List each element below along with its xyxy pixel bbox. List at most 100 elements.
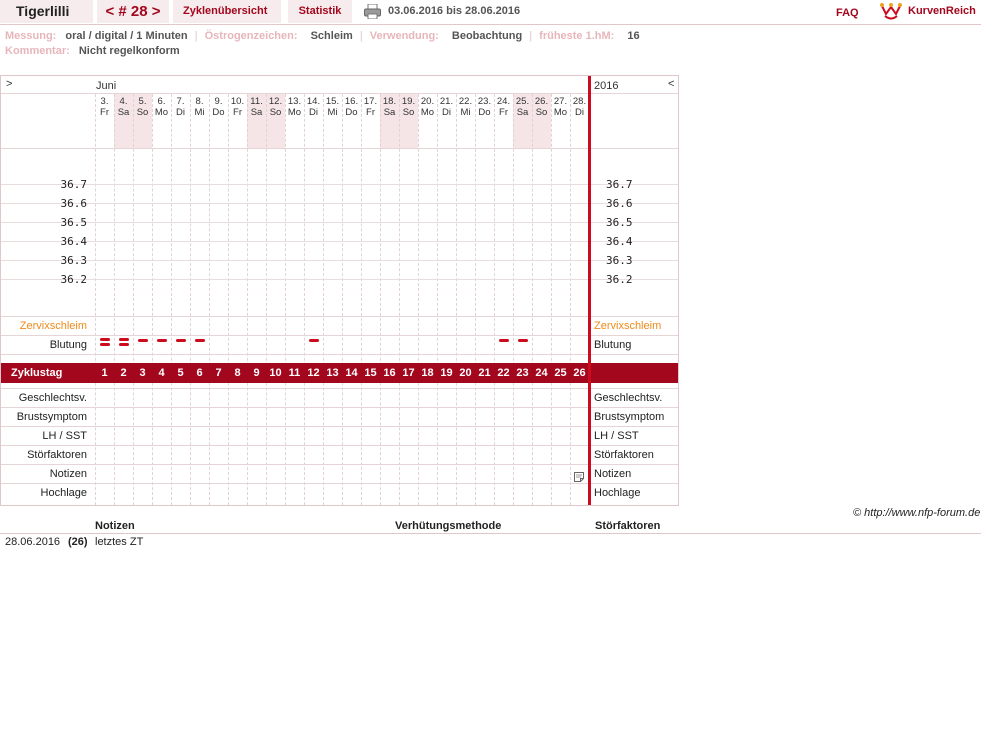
cycle-day-number: 19 [440,367,453,379]
day-date: 12. [268,96,283,107]
day-gridline [551,94,552,505]
crown-logo-icon[interactable] [880,2,902,20]
printer-icon[interactable] [364,4,381,19]
day-label: 15. Mi [323,96,342,118]
bleeding-mark [498,339,509,342]
divider [1,148,678,149]
day-date: 11. [250,96,263,107]
bottom-row-label-right: Brustsymptom [594,411,665,423]
temperature-label-right: 36.6 [606,197,633,210]
cycle-day-number: 12 [307,367,320,379]
tab-cycle-overview[interactable]: Zyklenübersicht [173,0,281,23]
temperature-gridline [1,279,678,280]
method-header: Verhütungsmethode [395,520,502,532]
day-date: 22. [458,96,473,107]
day-date: 13. [287,96,302,107]
temperature-label: 36.2 [60,273,88,286]
day-gridline [114,94,115,505]
day-gridline [190,94,191,505]
day-gridline [513,94,514,505]
day-label: 7. Di [171,96,190,118]
day-gridline [266,94,267,505]
day-date: 24. [496,96,511,107]
earliest-hm-value: 16 [627,30,640,42]
divider [1,445,678,446]
temperature-gridline [1,260,678,261]
day-gridline [456,94,457,505]
day-gridline [323,94,324,505]
usage-value: Beobachtung [451,30,523,42]
day-gridline [437,94,438,505]
bleeding-mark [99,343,110,346]
chart-year: 2016 [594,80,619,92]
day-label: 9. Do [209,96,228,118]
bottom-row-label: Störfaktoren [27,449,87,461]
zervix-row-label: Zervixschleim [19,320,87,332]
bottom-row-label-right: Geschlechtsv. [594,392,663,404]
day-label: 23. Do [475,96,494,118]
note-icon[interactable] [574,472,584,482]
chart-nav-next[interactable]: < [668,78,674,90]
faq-link[interactable]: FAQ [836,2,859,25]
bleeding-row-label-right: Blutung [594,339,632,351]
temperature-label-right: 36.5 [606,216,633,229]
day-label: 8. Mi [190,96,209,118]
temperature-label: 36.4 [60,235,88,248]
day-weekday: Do [345,107,358,118]
divider [1,354,678,355]
day-gridline [247,94,248,505]
day-label: 10. Fr [228,96,247,118]
day-weekday: Mo [154,107,169,118]
bottom-row-label: Geschlechtsv. [18,392,87,404]
top-bar: Tigerlilli < # 28 > Zyklenübersicht Stat… [0,0,981,25]
day-weekday: Do [478,107,491,118]
bleeding-mark [308,339,319,342]
estrogen-value: Schleim [310,30,353,42]
cycle-day-number: 2 [120,367,127,379]
day-date: 21. [439,96,454,107]
bottom-row-label-right: Notizen [594,468,632,480]
bottom-row-label-right: Störfaktoren [594,449,654,461]
cycle-day-number: 13 [326,367,339,379]
note-text: letztes ZT [95,536,144,548]
user-name: Tigerlilli [0,0,93,23]
tab-statistics[interactable]: Statistik [288,0,352,23]
cycle-day-number: 21 [478,367,491,379]
day-label: 6. Mo [152,96,171,118]
day-gridline [304,94,305,505]
day-date: 16. [344,96,359,107]
cycle-day-number: 17 [402,367,415,379]
divider [1,388,678,389]
day-date: 25. [515,96,530,107]
divider [1,426,678,427]
cycle-day-label: Zyklustag [11,367,63,379]
cycle-day-number: 4 [158,367,165,379]
logo-text[interactable]: KurvenReich [908,0,976,22]
cycle-day-bar: Zyklustag 1 2 3 4 5 6 7 8 9 10 11 12 13 14 15 16 17 18 19 2… [1,363,678,383]
day-weekday: So [535,107,548,118]
copyright[interactable]: © http://www.nfp-forum.de [853,507,980,519]
day-gridline [570,94,571,505]
cycle-day-number: 20 [459,367,472,379]
bleeding-mark [118,338,129,341]
cycle-day-number: 24 [535,367,548,379]
divider [1,335,678,336]
cycle-day-number: 8 [234,367,241,379]
day-label: 27. Mo [551,96,570,118]
estrogen-label: Östrogenzeichen: [204,30,298,42]
cycle-day-number: 7 [215,367,222,379]
separator: | [194,30,198,42]
day-weekday: Fr [233,107,242,118]
chart-nav-prev[interactable]: > [6,78,12,90]
cycle-day-number: 16 [383,367,396,379]
day-date: 18. [382,96,397,107]
day-label: 28. Di [570,96,589,118]
day-weekday: Fr [100,107,109,118]
day-gridline [475,94,476,505]
cycle-chart: > Juni 2016 < 3. Fr 4. Sa 5. So 6. Mo 7. Di 8. Mi 9.… [0,75,679,506]
temperature-label: 36.6 [60,197,88,210]
day-gridline [133,94,134,505]
cycle-navigator[interactable]: < # 28 > [97,0,169,23]
temperature-label-right: 36.7 [606,178,633,191]
chart-month: Juni [96,80,117,92]
